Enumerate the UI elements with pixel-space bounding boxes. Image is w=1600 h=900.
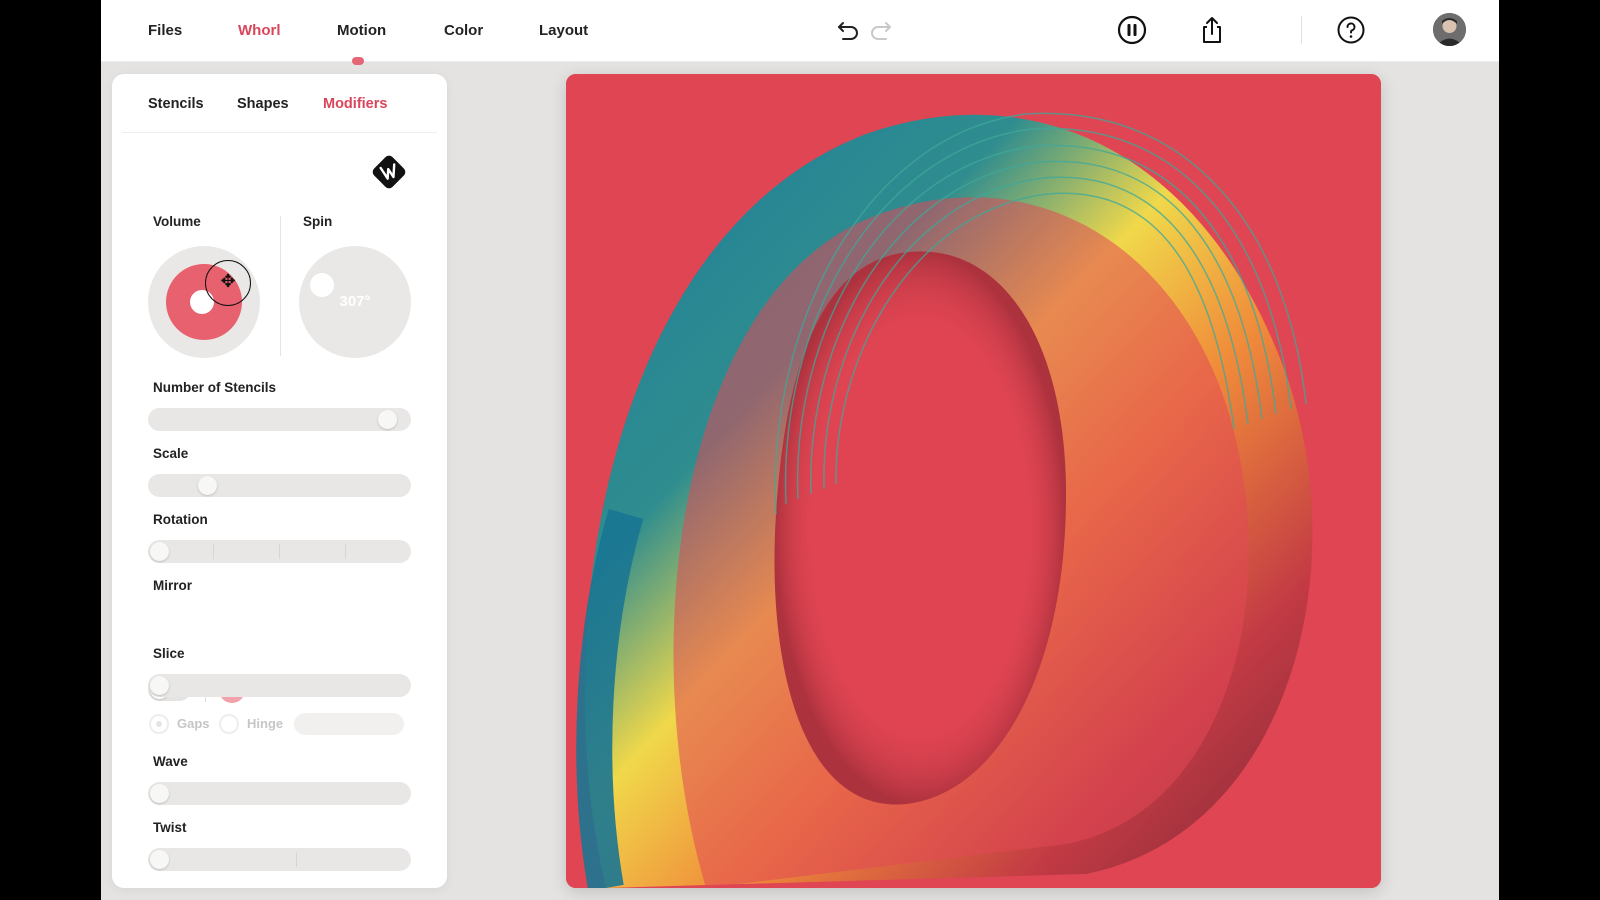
nav-layout[interactable]: Layout xyxy=(539,22,588,39)
wave-label: Wave xyxy=(153,754,188,769)
app-window: Files Whorl Motion Color Layout Stencils… xyxy=(101,0,1499,900)
stencils-slider[interactable] xyxy=(148,408,411,431)
artwork-canvas[interactable] xyxy=(566,74,1381,888)
slice-slider[interactable] xyxy=(148,674,411,697)
move-cursor-icon: ✥ xyxy=(205,260,251,306)
rotation-tick xyxy=(279,544,280,559)
twist-tick xyxy=(296,852,297,867)
whorl-logo-icon xyxy=(368,151,410,193)
rotation-slider[interactable] xyxy=(148,540,411,563)
tab-modifiers[interactable]: Modifiers xyxy=(323,96,387,112)
toolbar-divider xyxy=(1301,16,1302,44)
nav-whorl[interactable]: Whorl xyxy=(238,22,281,39)
spin-label: Spin xyxy=(303,214,333,229)
rotation-tick xyxy=(213,544,214,559)
help-icon[interactable] xyxy=(1336,15,1366,45)
spin-dial[interactable]: 307° xyxy=(299,246,411,358)
slice-thumb[interactable] xyxy=(150,676,169,695)
hinge-label: Hinge xyxy=(247,716,284,731)
hinge-radio[interactable] xyxy=(219,714,239,734)
nav-color[interactable]: Color xyxy=(444,22,483,39)
stencils-label: Number of Stencils xyxy=(153,380,277,395)
stencils-thumb[interactable] xyxy=(378,410,397,429)
hinge-slider[interactable] xyxy=(294,713,404,735)
tab-shapes[interactable]: Shapes xyxy=(237,96,289,112)
scale-thumb[interactable] xyxy=(198,476,217,495)
gaps-radio[interactable] xyxy=(149,714,169,734)
modifiers-panel: Stencils Shapes Modifiers Volume Spin ✥ … xyxy=(112,74,447,888)
whorl-artwork xyxy=(566,74,1381,888)
twist-slider[interactable] xyxy=(148,848,411,871)
undo-icon[interactable] xyxy=(834,15,864,45)
nav-files[interactable]: Files xyxy=(148,22,182,39)
gaps-label: Gaps xyxy=(177,716,210,731)
pause-icon[interactable] xyxy=(1117,15,1147,45)
rotation-label: Rotation xyxy=(153,512,208,527)
wave-thumb[interactable] xyxy=(150,784,169,803)
mirror-label: Mirror xyxy=(153,578,193,593)
slice-label: Slice xyxy=(153,646,185,661)
scale-slider[interactable] xyxy=(148,474,411,497)
twist-thumb[interactable] xyxy=(150,850,169,869)
redo-icon[interactable] xyxy=(865,15,895,45)
spin-value: 307° xyxy=(339,293,371,310)
twist-label: Twist xyxy=(153,820,187,835)
nav-motion[interactable]: Motion xyxy=(337,22,386,39)
share-icon[interactable] xyxy=(1197,15,1227,45)
wave-slider[interactable] xyxy=(148,782,411,805)
tab-stencils[interactable]: Stencils xyxy=(148,96,204,112)
dial-divider xyxy=(280,216,281,356)
active-nav-indicator xyxy=(352,57,364,65)
rotation-tick xyxy=(345,544,346,559)
volume-dial[interactable] xyxy=(148,246,260,358)
avatar[interactable] xyxy=(1433,13,1466,46)
volume-label: Volume xyxy=(153,214,201,229)
tab-divider xyxy=(122,132,437,133)
top-bar: Files Whorl Motion Color Layout xyxy=(101,0,1499,65)
scale-label: Scale xyxy=(153,446,189,461)
rotation-thumb[interactable] xyxy=(150,542,169,561)
